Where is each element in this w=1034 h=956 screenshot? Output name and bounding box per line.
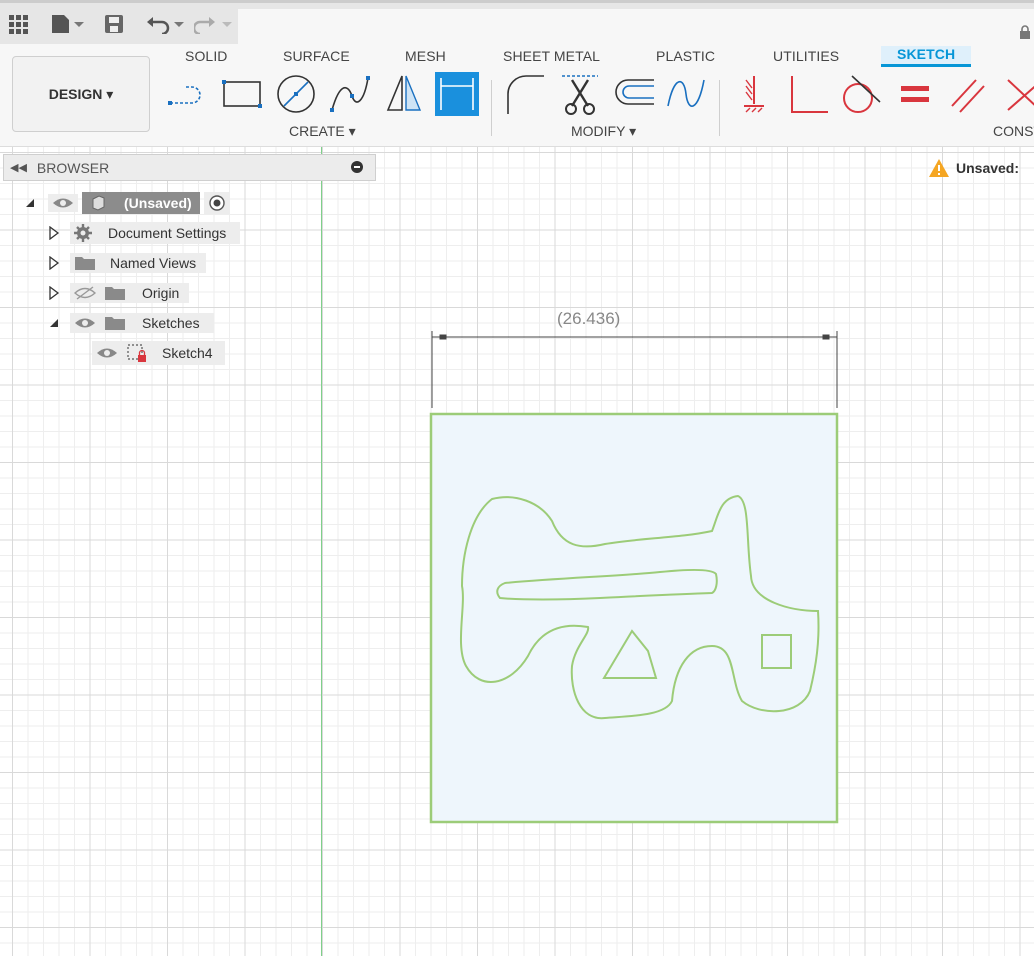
sketch-icon <box>127 344 146 362</box>
coincident-constraint-icon[interactable] <box>1000 72 1034 116</box>
eye-icon[interactable] <box>74 316 96 330</box>
activate-radio-icon[interactable] <box>208 194 226 212</box>
perpendicular-constraint-icon[interactable] <box>786 72 830 116</box>
app-grid-icon[interactable] <box>8 9 28 39</box>
spline-tool-icon[interactable] <box>328 72 372 116</box>
tab-utilities[interactable]: UTILITIES <box>773 48 839 64</box>
title-bar <box>0 0 1034 47</box>
browser-item-sketches[interactable]: Sketches <box>48 310 214 336</box>
browser-header[interactable]: ◀◀ BROWSER <box>3 154 376 181</box>
browser-item-sketch4[interactable]: Sketch4 <box>92 340 225 366</box>
tab-plastic[interactable]: PLASTIC <box>656 48 715 64</box>
dimension-value[interactable]: (26.436) <box>557 309 620 329</box>
browser-item-origin[interactable]: Origin <box>48 280 190 306</box>
fix-constraint-icon[interactable] <box>732 72 776 116</box>
curve-tool-icon[interactable] <box>664 72 708 116</box>
tangent-constraint-icon[interactable] <box>838 72 882 116</box>
component-icon <box>92 195 105 211</box>
eye-icon[interactable] <box>96 346 118 360</box>
tab-sheet-metal[interactable]: SHEET METAL <box>503 48 600 64</box>
offset-tool-icon[interactable] <box>612 72 656 116</box>
folder-icon <box>105 287 125 300</box>
save-icon[interactable] <box>104 9 124 39</box>
redo-icon[interactable] <box>194 9 232 39</box>
toolbar-separator <box>719 80 720 136</box>
line-tool-icon[interactable] <box>166 72 210 116</box>
dimension-tool-icon[interactable] <box>435 72 479 116</box>
tab-solid[interactable]: SOLID <box>185 48 228 64</box>
folder-icon <box>75 257 95 270</box>
tab-surface[interactable]: SURFACE <box>283 48 350 64</box>
expand-triangle-icon[interactable] <box>24 197 36 209</box>
undo-icon[interactable] <box>146 9 184 39</box>
sketch-rectangle-profile[interactable] <box>429 412 839 824</box>
expand-triangle-icon[interactable] <box>48 286 60 300</box>
constraints-menu[interactable]: CONST <box>993 123 1034 139</box>
expand-triangle-icon[interactable] <box>48 256 60 270</box>
equal-constraint-icon[interactable] <box>893 72 937 116</box>
unsaved-warning[interactable]: Unsaved: <box>928 158 1019 178</box>
dimension-line[interactable] <box>431 331 838 408</box>
warning-icon <box>929 159 949 177</box>
eye-icon[interactable] <box>52 196 74 210</box>
root-component-label[interactable]: (Unsaved) <box>124 195 192 211</box>
expand-triangle-icon[interactable] <box>48 317 60 329</box>
trim-tool-icon[interactable] <box>558 72 602 116</box>
gear-icon <box>74 224 92 242</box>
browser-title: BROWSER <box>36 159 110 176</box>
fillet-tool-icon[interactable] <box>502 72 546 116</box>
browser-item-document-settings[interactable]: Document Settings <box>48 220 241 246</box>
workspace-design-button[interactable]: DESIGN ▾ <box>12 56 150 132</box>
mirror-tool-icon[interactable] <box>382 72 426 116</box>
toolbar-separator <box>491 80 492 136</box>
modify-menu[interactable]: MODIFY ▾ <box>571 123 636 140</box>
lock-icon <box>1020 25 1030 39</box>
browser-root-row[interactable]: (Unsaved) <box>24 190 230 216</box>
collapse-panel-icon[interactable]: ◀◀ <box>10 161 27 174</box>
tab-mesh[interactable]: MESH <box>405 48 446 64</box>
rectangle-tool-icon[interactable] <box>220 72 264 116</box>
browser-item-named-views[interactable]: Named Views <box>48 250 207 276</box>
expand-triangle-icon[interactable] <box>48 226 60 240</box>
parallel-constraint-icon[interactable] <box>946 72 990 116</box>
create-menu[interactable]: CREATE ▾ <box>289 123 356 140</box>
file-menu-icon[interactable] <box>50 9 84 39</box>
folder-icon <box>105 317 125 330</box>
hidden-eye-icon[interactable] <box>74 286 96 300</box>
minimize-panel-icon[interactable] <box>351 160 363 176</box>
tab-sketch[interactable]: SKETCH <box>881 46 972 67</box>
ribbon-toolbar: DESIGN ▾ SOLID SURFACE MESH SHEET METAL … <box>0 44 1034 147</box>
circle-tool-icon[interactable] <box>274 72 318 116</box>
document-tab[interactable] <box>238 9 1034 47</box>
